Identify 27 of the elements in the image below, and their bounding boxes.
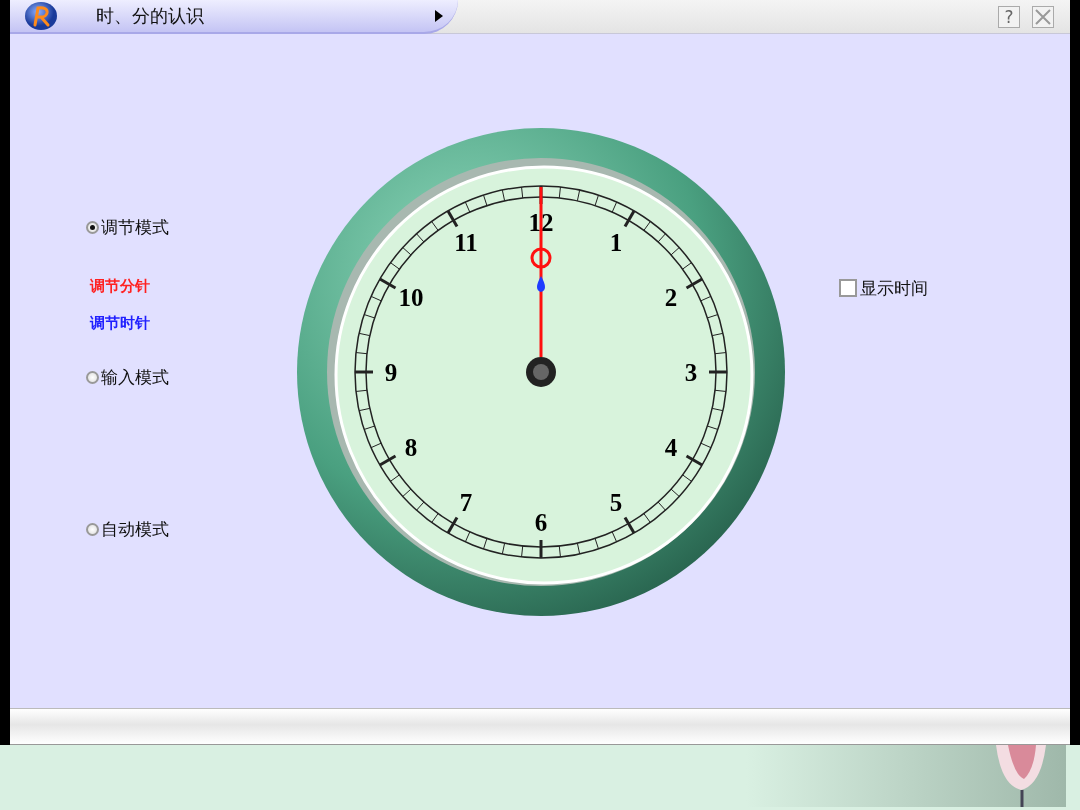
hour-hand[interactable] [537, 276, 545, 292]
clock-numeral: 9 [384, 359, 398, 386]
checkbox[interactable] [839, 279, 857, 297]
play-icon[interactable] [434, 9, 444, 23]
logo-icon [24, 1, 58, 31]
window-title: 时、分的认识 [96, 4, 204, 28]
radio-button[interactable] [86, 370, 99, 384]
close-button[interactable] [1032, 5, 1054, 28]
clock-numeral: 4 [664, 434, 678, 461]
radio-label[interactable]: 输入模式 [101, 365, 169, 389]
radio-label[interactable]: 自动模式 [101, 517, 169, 541]
radio-label[interactable]: 调节模式 [101, 215, 169, 239]
center-knob [526, 357, 556, 387]
checkbox-label[interactable]: 显示时间 [860, 276, 928, 300]
help-button[interactable]: ? [998, 5, 1020, 28]
clock-numeral: 5 [609, 488, 623, 516]
clock-numeral: 2 [664, 284, 678, 311]
clock-numeral: 8 [404, 434, 418, 461]
adjust-link[interactable]: 调节时针 [90, 313, 150, 333]
clock-numeral: 1 [609, 229, 623, 257]
clock-numeral: 3 [684, 359, 698, 386]
radio-button[interactable] [86, 522, 99, 536]
clock-numeral: 11 [454, 229, 478, 257]
clock-numeral: 6 [534, 509, 548, 536]
clock-numeral: 10 [398, 284, 424, 311]
radio-button[interactable] [86, 220, 99, 234]
clock-numeral: 7 [459, 488, 473, 516]
